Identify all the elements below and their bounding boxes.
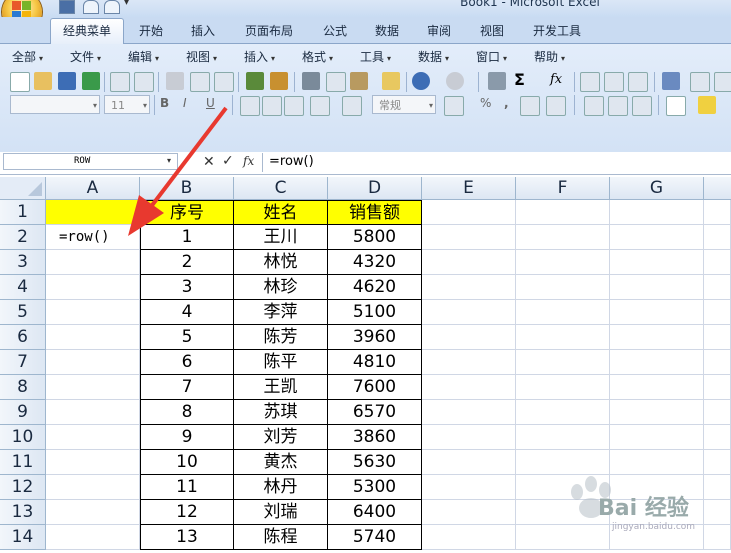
watermark-text: Bai 经验 bbox=[598, 496, 689, 521]
arrow-head bbox=[128, 195, 164, 236]
arrow-shaft bbox=[148, 106, 228, 210]
watermark-url: jingyan.baidu.com bbox=[612, 522, 696, 532]
